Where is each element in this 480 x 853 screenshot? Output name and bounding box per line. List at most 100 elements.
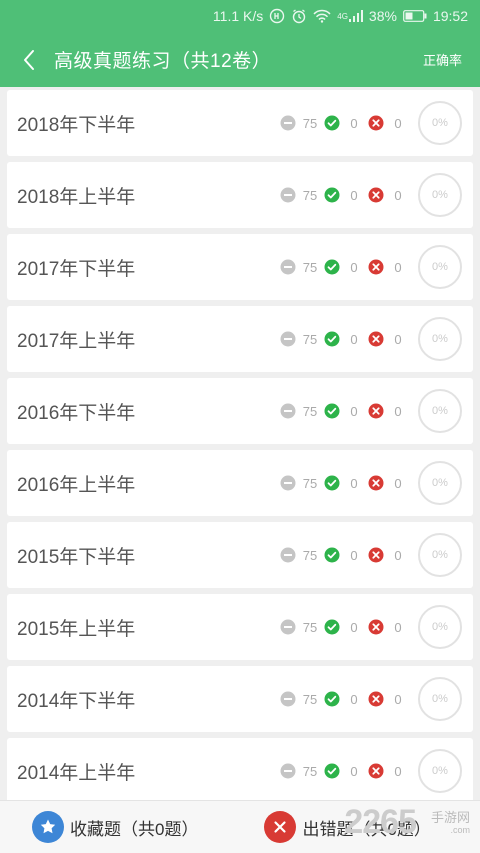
unanswered-stat: 75 — [280, 763, 324, 779]
paper-card[interactable]: 2015年下半年 75 0 0 0% — [7, 522, 473, 588]
wrong-stat: 0 — [368, 331, 412, 347]
wrong-stat: 0 — [368, 187, 412, 203]
correct-count: 0 — [350, 547, 358, 563]
title-bar: 高级真题练习（共12卷） 正确率 — [0, 32, 480, 87]
wrong-stat: 0 — [368, 259, 412, 275]
watermark-logo: 2265 手游网 .com — [312, 803, 472, 851]
unanswered-stat: 75 — [280, 187, 324, 203]
wrong-count: 0 — [394, 763, 402, 779]
minus-circle-icon — [280, 475, 296, 491]
x-circle-icon — [368, 619, 384, 635]
minus-circle-icon — [280, 259, 296, 275]
wrong-count: 0 — [394, 331, 402, 347]
paper-card[interactable]: 2017年下半年 75 0 0 0% — [7, 234, 473, 300]
x-circle-icon — [368, 763, 384, 779]
minus-circle-icon — [280, 115, 296, 131]
x-circle-icon — [368, 547, 384, 563]
unanswered-count: 75 — [302, 259, 318, 275]
paper-name: 2018年下半年 — [17, 114, 136, 136]
correct-stat: 0 — [324, 331, 368, 347]
favorites-button[interactable]: 收藏题（共0题） — [32, 811, 198, 843]
check-circle-icon — [324, 115, 340, 131]
paper-card[interactable]: 2017年上半年 75 0 0 0% — [7, 306, 473, 372]
unanswered-count: 75 — [302, 187, 318, 203]
accuracy-sort-button[interactable]: 正确率 — [423, 50, 462, 69]
wrong-count: 0 — [394, 187, 402, 203]
unanswered-stat: 75 — [280, 619, 324, 635]
paper-name: 2017年上半年 — [17, 330, 136, 352]
battery-percent: 38% — [368, 8, 397, 24]
unanswered-stat: 75 — [280, 691, 324, 707]
accuracy-ring: 0% — [418, 605, 462, 649]
watermark-site-name: 手游网 — [430, 810, 470, 825]
check-circle-icon — [324, 547, 340, 563]
check-circle-icon — [324, 475, 340, 491]
check-circle-icon — [324, 691, 340, 707]
accuracy-ring: 0% — [418, 749, 462, 793]
wifi-icon — [313, 9, 331, 23]
unanswered-stat: 75 — [280, 547, 324, 563]
paper-name: 2015年下半年 — [17, 546, 136, 568]
correct-count: 0 — [350, 331, 358, 347]
correct-stat: 0 — [324, 475, 368, 491]
minus-circle-icon — [280, 763, 296, 779]
wrong-stat: 0 — [368, 115, 412, 131]
battery-icon — [403, 10, 427, 22]
accuracy-ring: 0% — [418, 461, 462, 505]
paper-name: 2017年下半年 — [17, 258, 136, 280]
back-button[interactable] — [4, 32, 54, 87]
paper-card[interactable]: 2015年上半年 75 0 0 0% — [7, 594, 473, 660]
paper-card[interactable]: 2014年下半年 75 0 0 0% — [7, 666, 473, 732]
unanswered-count: 75 — [302, 115, 318, 131]
correct-count: 0 — [350, 259, 358, 275]
check-circle-icon — [324, 619, 340, 635]
paper-name: 2015年上半年 — [17, 618, 136, 640]
star-icon — [32, 811, 64, 843]
paper-name: 2016年上半年 — [17, 474, 136, 496]
wrong-count: 0 — [394, 403, 402, 419]
clock-time: 19:52 — [432, 8, 468, 24]
correct-count: 0 — [350, 115, 358, 131]
unanswered-stat: 75 — [280, 331, 324, 347]
watermark-number: 2265 — [344, 803, 417, 841]
page-title: 高级真题练习（共12卷） — [54, 51, 272, 72]
app-header: 11.1 K/s 4G 38% 19:52 高级真题练习（共12卷） 正确率 — [0, 0, 480, 87]
signal-icon: 4G — [337, 10, 363, 22]
paper-card[interactable]: 2018年下半年 75 0 0 0% — [7, 90, 473, 156]
alarm-icon — [291, 8, 307, 24]
status-bar: 11.1 K/s 4G 38% 19:52 — [0, 0, 480, 32]
paper-card[interactable]: 2016年上半年 75 0 0 0% — [7, 450, 473, 516]
accuracy-ring: 0% — [418, 533, 462, 577]
wrong-count: 0 — [394, 259, 402, 275]
minus-circle-icon — [280, 403, 296, 419]
network-speed: 11.1 K/s — [212, 8, 264, 24]
correct-count: 0 — [350, 619, 358, 635]
wrong-stat: 0 — [368, 403, 412, 419]
check-circle-icon — [324, 763, 340, 779]
wrong-count: 0 — [394, 115, 402, 131]
x-circle-icon — [368, 259, 384, 275]
minus-circle-icon — [280, 691, 296, 707]
paper-card[interactable]: 2016年下半年 75 0 0 0% — [7, 378, 473, 444]
correct-stat: 0 — [324, 619, 368, 635]
accuracy-ring: 0% — [418, 389, 462, 433]
unanswered-count: 75 — [302, 475, 318, 491]
correct-count: 0 — [350, 403, 358, 419]
paper-card[interactable]: 2018年上半年 75 0 0 0% — [7, 162, 473, 228]
correct-stat: 0 — [324, 115, 368, 131]
accuracy-ring: 0% — [418, 677, 462, 721]
unanswered-count: 75 — [302, 619, 318, 635]
accuracy-ring: 0% — [418, 245, 462, 289]
paper-card[interactable]: 2014年上半年 75 0 0 0% — [7, 738, 473, 800]
check-circle-icon — [324, 187, 340, 203]
correct-stat: 0 — [324, 403, 368, 419]
wrong-count: 0 — [394, 547, 402, 563]
favorites-label: 收藏题（共0题） — [70, 819, 199, 839]
correct-count: 0 — [350, 763, 358, 779]
check-circle-icon — [324, 331, 340, 347]
correct-count: 0 — [350, 691, 358, 707]
paper-name: 2016年下半年 — [17, 402, 136, 424]
minus-circle-icon — [280, 619, 296, 635]
unanswered-stat: 75 — [280, 403, 324, 419]
unanswered-count: 75 — [302, 763, 318, 779]
